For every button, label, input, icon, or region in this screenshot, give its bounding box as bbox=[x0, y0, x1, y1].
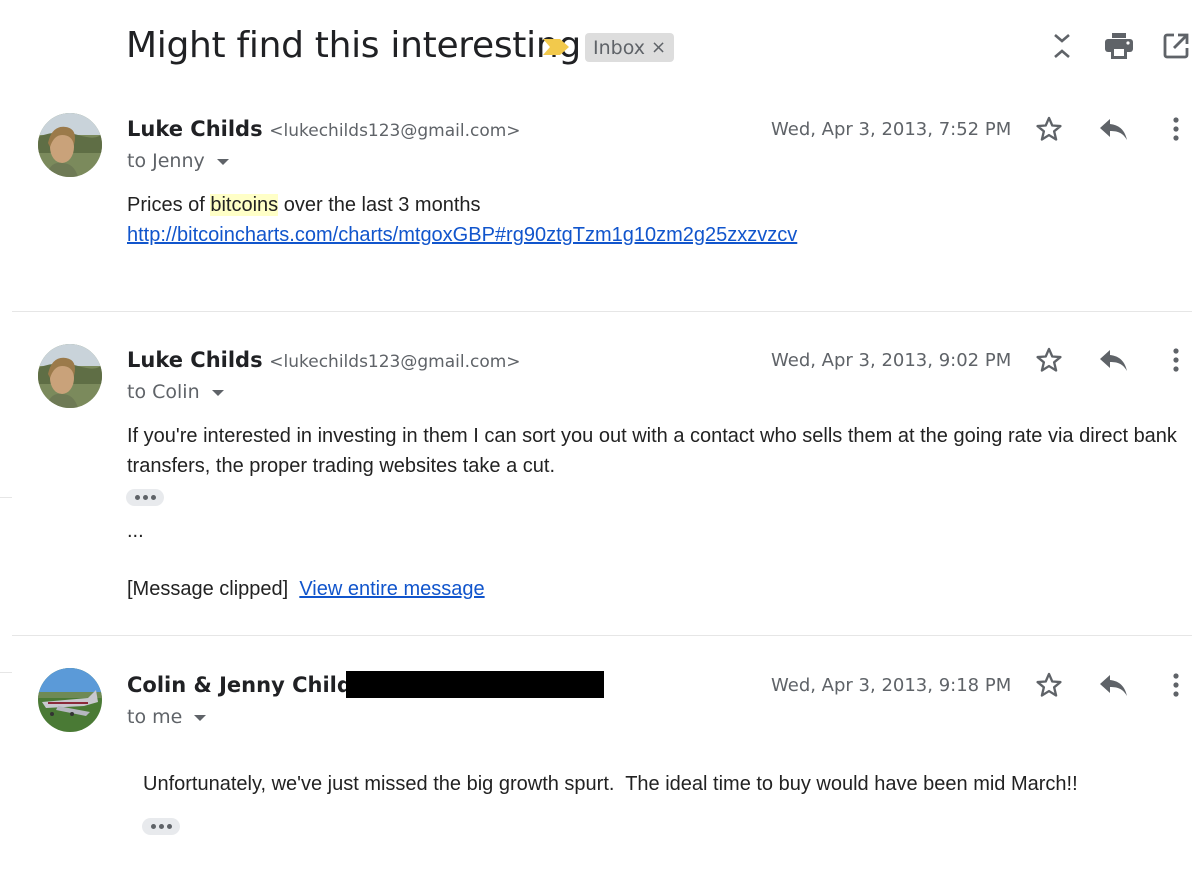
bitcoincharts-link[interactable]: http://bitcoincharts.com/charts/mtgoxGBP… bbox=[127, 224, 797, 246]
avatar[interactable] bbox=[38, 344, 102, 408]
recipient-details[interactable]: to me bbox=[127, 706, 207, 728]
view-entire-message-link[interactable]: View entire message bbox=[299, 578, 484, 600]
thread-subject: Might find this interesting bbox=[126, 25, 581, 66]
message-divider bbox=[12, 311, 1192, 312]
sender-line: Luke Childs <lukechilds123@gmail.com> bbox=[127, 117, 521, 141]
message-body: Unfortunately, we've just missed the big… bbox=[143, 773, 1078, 795]
message-body: If you're interested in investing in the… bbox=[127, 425, 1177, 477]
show-trimmed-content-button[interactable] bbox=[126, 489, 164, 506]
sender-line: Luke Childs <lukechilds123@gmail.com> bbox=[127, 348, 521, 372]
label-text: Inbox bbox=[593, 36, 645, 59]
message-divider bbox=[12, 635, 1192, 636]
sender-email: <lukechilds123@gmail.com> bbox=[269, 352, 521, 372]
reply-icon[interactable] bbox=[1096, 343, 1130, 377]
star-icon[interactable] bbox=[1032, 668, 1066, 702]
body-line: Prices of bitcoins over the last 3 month… bbox=[127, 190, 797, 220]
inbox-label-chip: Inbox × bbox=[585, 33, 675, 62]
avatar[interactable] bbox=[38, 113, 102, 177]
clipped-notice: [Message clipped] View entire message bbox=[127, 574, 485, 604]
recipient-details[interactable]: to Colin bbox=[127, 381, 224, 403]
more-options-icon[interactable] bbox=[1159, 112, 1193, 146]
collapse-all-icon[interactable] bbox=[1046, 30, 1078, 62]
sender-name[interactable]: Luke Childs bbox=[127, 348, 263, 372]
sender-line: Colin & Jenny Childs bbox=[127, 673, 364, 697]
clipped-text: [Message clipped] bbox=[127, 578, 289, 600]
open-in-new-window-icon[interactable] bbox=[1160, 30, 1192, 62]
more-options-icon[interactable] bbox=[1159, 343, 1193, 377]
body-text: over the last 3 months bbox=[278, 194, 481, 216]
avatar[interactable] bbox=[38, 668, 102, 732]
message-timestamp: Wed, Apr 3, 2013, 9:02 PM bbox=[771, 350, 1012, 371]
reply-icon[interactable] bbox=[1096, 112, 1130, 146]
body-text: Prices of bbox=[127, 194, 211, 216]
recipient-text: to me bbox=[127, 706, 183, 728]
show-trimmed-content-button[interactable] bbox=[142, 818, 180, 835]
redacted-email-block bbox=[346, 671, 604, 698]
search-highlight: bitcoins bbox=[210, 194, 279, 216]
ellipsis-text: ... bbox=[127, 520, 144, 542]
person-photo-icon bbox=[38, 344, 102, 408]
sender-email: <lukechilds123@gmail.com> bbox=[269, 121, 521, 141]
message-timestamp: Wed, Apr 3, 2013, 9:18 PM bbox=[771, 675, 1012, 696]
sender-name[interactable]: Colin & Jenny Childs bbox=[127, 673, 364, 697]
side-edge bbox=[0, 497, 12, 498]
reply-icon[interactable] bbox=[1096, 668, 1130, 702]
recipient-text: to Jenny bbox=[127, 150, 205, 172]
chevron-down-icon bbox=[216, 159, 229, 165]
remove-label-icon[interactable]: × bbox=[651, 37, 666, 58]
chevron-down-icon bbox=[194, 715, 207, 721]
more-options-icon[interactable] bbox=[1159, 668, 1193, 702]
airplane-photo-icon bbox=[38, 668, 102, 732]
print-icon[interactable] bbox=[1103, 30, 1135, 62]
chevron-down-icon bbox=[211, 390, 224, 396]
side-edge bbox=[0, 672, 12, 673]
star-icon[interactable] bbox=[1032, 112, 1066, 146]
recipient-text: to Colin bbox=[127, 381, 200, 403]
sender-name[interactable]: Luke Childs bbox=[127, 117, 263, 141]
person-photo-icon bbox=[38, 113, 102, 177]
message-timestamp: Wed, Apr 3, 2013, 7:52 PM bbox=[771, 119, 1012, 140]
star-icon[interactable] bbox=[1032, 343, 1066, 377]
importance-marker-icon[interactable] bbox=[543, 39, 569, 55]
recipient-details[interactable]: to Jenny bbox=[127, 150, 229, 172]
message-body: Prices of bitcoins over the last 3 month… bbox=[127, 190, 797, 250]
